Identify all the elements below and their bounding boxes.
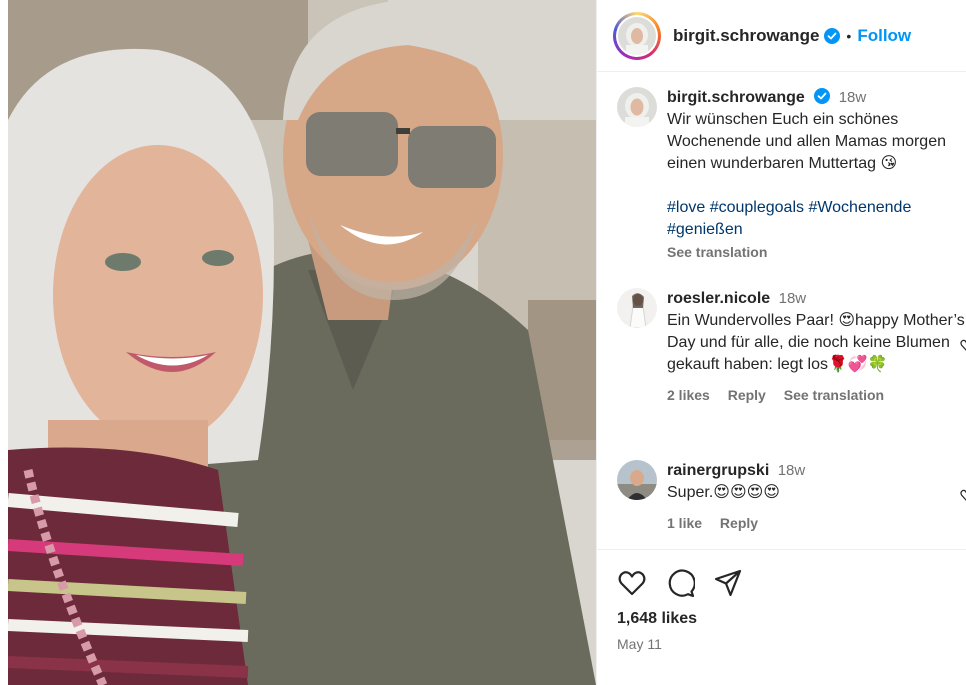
- comment-see-translation[interactable]: See translation: [784, 387, 884, 403]
- comment-likes[interactable]: 2 likes: [667, 387, 710, 403]
- comments-section: birgit.schrowange 18w Wir wünschen Euch …: [597, 73, 966, 548]
- likes-count[interactable]: 1,648 likes: [617, 610, 697, 628]
- follow-button[interactable]: Follow: [857, 26, 911, 46]
- post-photo[interactable]: [8, 0, 596, 685]
- comment-avatar[interactable]: [617, 460, 657, 500]
- comment-icon[interactable]: [665, 568, 695, 598]
- comment-like-heart-icon[interactable]: [960, 488, 966, 502]
- comment-likes[interactable]: 1 like: [667, 515, 702, 531]
- comment-username[interactable]: roesler.nicole: [667, 290, 770, 307]
- couple-selfie-image: [8, 0, 596, 685]
- comment-item: rainergrupski 18w Super.😍😍😍😍 1 like Repl…: [617, 460, 966, 534]
- comment-username[interactable]: rainergrupski: [667, 462, 769, 479]
- verified-badge-icon: [814, 88, 831, 104]
- post-header: birgit.schrowange • Follow: [597, 0, 966, 72]
- story-ring[interactable]: [613, 11, 661, 60]
- verified-badge-icon: [824, 27, 841, 44]
- comment-time: 18w: [778, 290, 807, 307]
- caption-hashtags[interactable]: #love #couplegoals #Wochenende #genießen: [667, 197, 966, 241]
- caption-username[interactable]: birgit.schrowange: [667, 89, 805, 106]
- comment-text: Ein Wundervolles Paar! 😍happy Mother’s D…: [667, 312, 965, 373]
- separator-dot: •: [846, 27, 852, 44]
- author-avatar[interactable]: [618, 16, 656, 55]
- comment-item: roesler.nicole 18w Ein Wundervolles Paar…: [617, 288, 966, 406]
- comment-reply-button[interactable]: Reply: [720, 515, 758, 531]
- comment-like-heart-icon[interactable]: [960, 338, 966, 352]
- comment-reply-button[interactable]: Reply: [728, 387, 766, 403]
- heart-icon[interactable]: [617, 568, 647, 598]
- caption-see-translation[interactable]: See translation: [667, 241, 966, 263]
- caption: birgit.schrowange 18w Wir wünschen Euch …: [617, 87, 966, 263]
- author-username[interactable]: birgit.schrowange: [673, 26, 819, 46]
- caption-text: Wir wünschen Euch ein schönes Wochenende…: [667, 111, 946, 172]
- post-actions: 1,648 likes May 11: [597, 549, 966, 652]
- caption-time[interactable]: 18w: [839, 89, 867, 106]
- share-icon[interactable]: [713, 568, 743, 598]
- caption-avatar[interactable]: [617, 87, 657, 127]
- comment-text: Super.😍😍😍😍: [667, 484, 780, 501]
- post-date[interactable]: May 11: [617, 636, 662, 652]
- comment-time: 18w: [777, 462, 806, 479]
- post-side-panel: birgit.schrowange • Follow birgit.schrow…: [596, 0, 966, 685]
- comment-avatar[interactable]: [617, 288, 657, 328]
